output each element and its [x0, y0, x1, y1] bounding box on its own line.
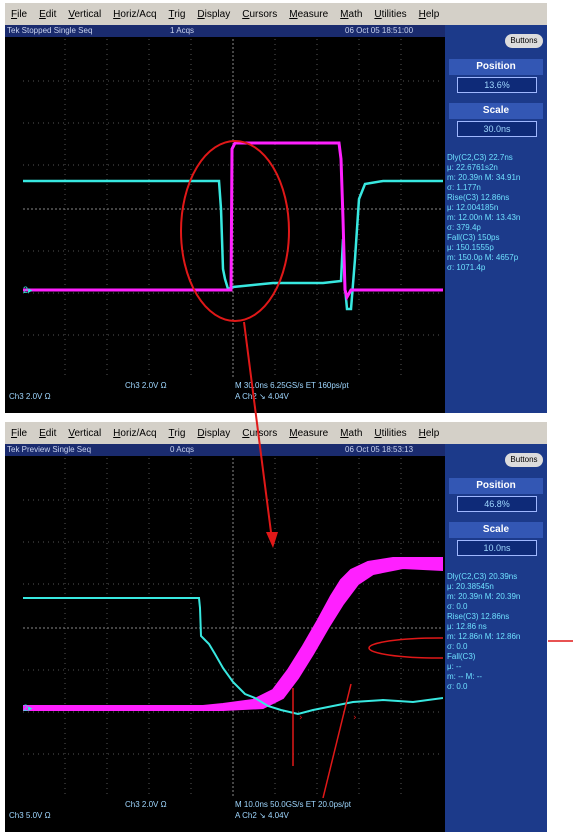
annotation-arrow	[243, 321, 573, 642]
